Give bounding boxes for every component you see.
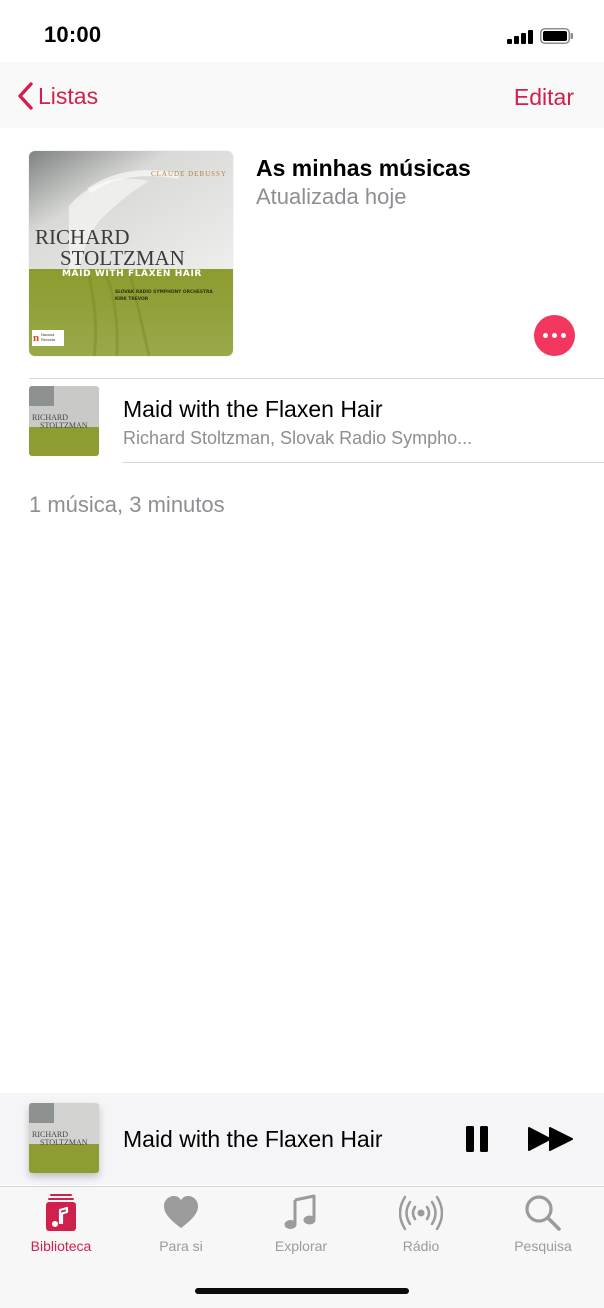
album-credit-1: SLOVAK RADIO SYMPHONY ORCHESTRA: [115, 290, 213, 295]
tab-search-label: Pesquisa: [514, 1238, 572, 1254]
status-time: 10:00: [44, 22, 102, 47]
tab-library[interactable]: Biblioteca: [11, 1193, 111, 1254]
svg-text:STOLTZMAN: STOLTZMAN: [40, 421, 88, 430]
home-indicator[interactable]: [195, 1288, 409, 1294]
song-artist: Richard Stoltzman, Slovak Radio Sympho..…: [123, 428, 473, 448]
radio-icon: [399, 1195, 443, 1231]
heart-icon: [164, 1196, 198, 1228]
pause-button[interactable]: [462, 1124, 492, 1154]
tab-search[interactable]: Pesquisa: [493, 1193, 593, 1254]
album-artist-line2: STOLTZMAN: [60, 246, 185, 270]
record-label-logo: n Navona Records: [32, 330, 64, 346]
playlist-summary: 1 música, 3 minutos: [29, 492, 225, 517]
mini-player-title: Maid with the Flaxen Hair: [123, 1126, 383, 1152]
tab-browse-label: Explorar: [274, 1238, 328, 1254]
fast-forward-icon: [528, 1127, 573, 1151]
search-icon: [525, 1195, 561, 1231]
album-name: MAID WITH FLAXEN HAIR: [62, 269, 202, 279]
cellular-signal-icon: [507, 30, 533, 44]
svg-text:STOLTZMAN: STOLTZMAN: [40, 1138, 88, 1147]
tab-library-label: Biblioteca: [30, 1238, 92, 1254]
album-composer: CLAUDE DEBUSSY: [150, 170, 227, 178]
playlist-subtitle: Atualizada hoje: [256, 184, 407, 209]
album-credit-2: KIRK TREVOR: [115, 297, 149, 302]
label-line-2: Records: [41, 338, 56, 342]
music-note-icon: [284, 1194, 316, 1229]
playlist-title: As minhas músicas: [256, 155, 471, 181]
song-artwork: RICHARD STOLTZMAN: [29, 386, 99, 456]
mini-player-artwork[interactable]: RICHARD STOLTZMAN: [29, 1103, 99, 1173]
ellipsis-icon: [543, 333, 548, 338]
playlist-cover[interactable]: CLAUDE DEBUSSY RICHARD STOLTZMAN MAID WI…: [29, 151, 233, 356]
library-icon: [46, 1194, 76, 1231]
tab-browse[interactable]: Explorar: [251, 1193, 351, 1254]
back-label: Listas: [38, 82, 99, 109]
more-options-button[interactable]: [534, 315, 575, 356]
chevron-left-icon: [18, 82, 33, 110]
tab-for-you[interactable]: Para si: [131, 1193, 231, 1254]
edit-button[interactable]: Editar: [514, 84, 574, 111]
tab-radio-label: Rádio: [402, 1238, 440, 1254]
song-title: Maid with the Flaxen Hair: [123, 396, 383, 422]
battery-icon: [540, 28, 573, 44]
tab-for-you-label: Para si: [159, 1238, 203, 1254]
album-artist-line1: RICHARD: [35, 225, 130, 249]
pause-icon: [466, 1126, 488, 1152]
back-button[interactable]: Listas: [16, 80, 98, 112]
fast-forward-button[interactable]: [528, 1126, 574, 1152]
tab-radio[interactable]: Rádio: [371, 1193, 471, 1254]
label-mark-icon: n: [33, 332, 40, 344]
divider: [122, 462, 604, 463]
